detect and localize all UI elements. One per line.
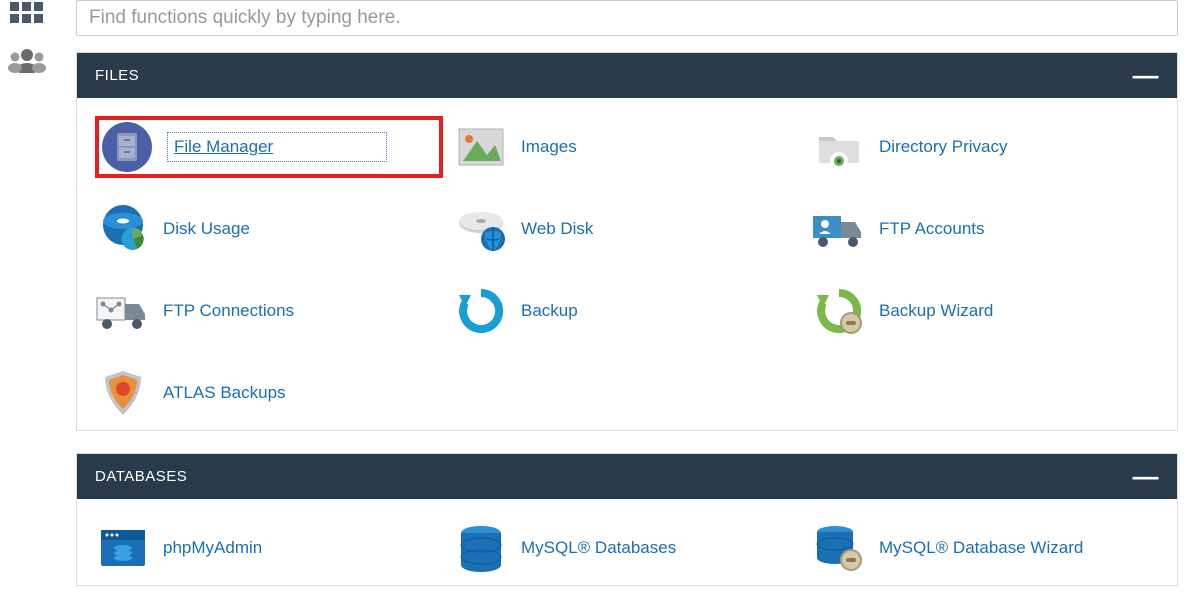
disk-usage-link[interactable]: Disk Usage [163,219,250,239]
db-window-icon [95,520,151,576]
sidebar [0,0,54,600]
disk-pie-icon [95,201,151,257]
feature-images[interactable]: Images [453,116,801,178]
feature-web-disk[interactable]: Web Disk [453,198,801,260]
feature-mysql-wizard[interactable]: MySQL® Database Wizard [811,517,1159,579]
mysql-wizard-link[interactable]: MySQL® Database Wizard [879,538,1083,558]
files-panel-title: FILES [95,67,139,84]
file-manager-link[interactable]: File Manager [167,132,387,162]
web-disk-link[interactable]: Web Disk [521,219,593,239]
search-input[interactable] [76,0,1178,36]
feature-backup[interactable]: Backup [453,280,801,342]
feature-ftp-connections[interactable]: FTP Connections [95,280,443,342]
ftp-accounts-link[interactable]: FTP Accounts [879,219,985,239]
phpmyadmin-link[interactable]: phpMyAdmin [163,538,262,558]
atlas-backups-link[interactable]: ATLAS Backups [163,383,286,403]
feature-disk-usage[interactable]: Disk Usage [95,198,443,260]
folder-eye-icon [811,119,867,175]
images-link[interactable]: Images [521,137,577,157]
feature-backup-wizard[interactable]: Backup Wizard [811,280,1159,342]
files-panel-body: File Manager Images Directory Privacy Di… [77,98,1177,430]
feature-phpmyadmin[interactable]: phpMyAdmin [95,517,443,579]
truck-user-icon [811,201,867,257]
databases-panel: DATABASES — phpMyAdmin MySQL® Databases [76,453,1178,586]
collapse-icon[interactable]: — [1133,68,1160,84]
databases-panel-header[interactable]: DATABASES — [77,454,1177,499]
users-icon[interactable] [8,46,46,74]
directory-privacy-link[interactable]: Directory Privacy [879,137,1007,157]
main-content: FILES — File Manager Images Directo [54,0,1200,600]
feature-atlas-backups[interactable]: ATLAS Backups [95,362,443,424]
databases-panel-body: phpMyAdmin MySQL® Databases MySQL® Datab… [77,499,1177,585]
collapse-icon[interactable]: — [1133,469,1160,485]
feature-file-manager[interactable]: File Manager [95,116,443,178]
image-icon [453,119,509,175]
mysql-databases-link[interactable]: MySQL® Databases [521,538,676,558]
backup-link[interactable]: Backup [521,301,578,321]
files-panel-header[interactable]: FILES — [77,53,1177,98]
feature-ftp-accounts[interactable]: FTP Accounts [811,198,1159,260]
backup-arrow-icon [453,283,509,339]
backup-wizard-icon [811,283,867,339]
databases-panel-title: DATABASES [95,468,187,485]
truck-nodes-icon [95,283,151,339]
file-cabinet-icon [99,119,155,175]
feature-directory-privacy[interactable]: Directory Privacy [811,116,1159,178]
db-stack-icon [453,520,509,576]
db-wizard-icon [811,520,867,576]
backup-wizard-link[interactable]: Backup Wizard [879,301,993,321]
feature-mysql-databases[interactable]: MySQL® Databases [453,517,801,579]
shield-icon [95,365,151,421]
ftp-connections-link[interactable]: FTP Connections [163,301,294,321]
files-panel: FILES — File Manager Images Directo [76,52,1178,431]
grid-apps-icon[interactable] [8,0,46,28]
disk-globe-icon [453,201,509,257]
